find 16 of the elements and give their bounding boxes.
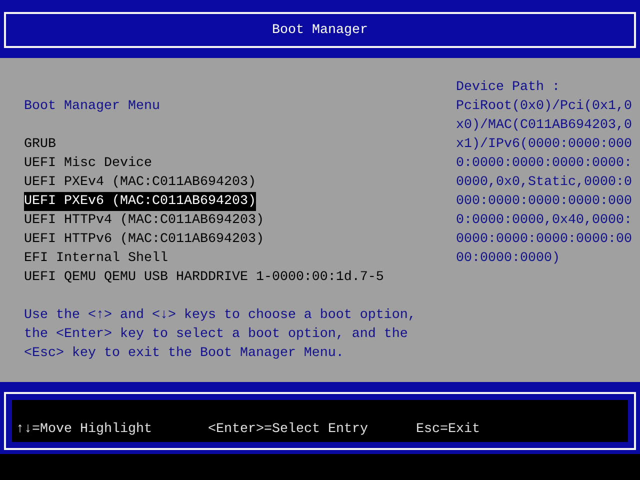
boot-option[interactable]: UEFI HTTPv6 (MAC:C011AB694203) (24, 230, 264, 249)
menu-title: Boot Manager Menu (24, 98, 161, 116)
key-hint: ↑↓=Move Highlight (16, 421, 152, 439)
device-path-value: PciRoot(0x0)/Pci(0x1,0x0)/MAC(C011AB694203,0x1)/IPv6(0000:0000:0000:0000:0000:0000:0000:0000,0x0,Static,0000:0000:0000:0000:0000:0000:0000:0000,0x40,0000:0000:0000:0000:0000:0000:0000:0000) (456, 98, 632, 268)
boot-option[interactable]: UEFI HTTPv4 (MAC:C011AB694203) (24, 211, 264, 230)
boot-option[interactable]: UEFI PXEv6 (MAC:C011AB694203) (24, 192, 256, 211)
help-text: Use the <↑> and <↓> keys to choose a boot option, the <Enter> key to select a boot option, and the <Esc> key to exit the Boot Manager Menu. (24, 307, 417, 363)
screen-title: Boot Manager (272, 22, 368, 40)
device-path-label: Device Path : (456, 79, 561, 97)
key-hint: <Enter>=Select Entry (208, 421, 368, 439)
boot-option[interactable]: GRUB (24, 135, 56, 154)
boot-option[interactable]: EFI Internal Shell (24, 249, 168, 268)
boot-option[interactable]: UEFI Misc Device (24, 154, 152, 173)
key-hint: Esc=Exit (416, 421, 480, 439)
boot-option[interactable]: UEFI QEMU QEMU USB HARDDRIVE 1-0000:00:1d.7-5 (24, 268, 384, 287)
boot-option[interactable]: UEFI PXEv4 (MAC:C011AB694203) (24, 173, 256, 192)
